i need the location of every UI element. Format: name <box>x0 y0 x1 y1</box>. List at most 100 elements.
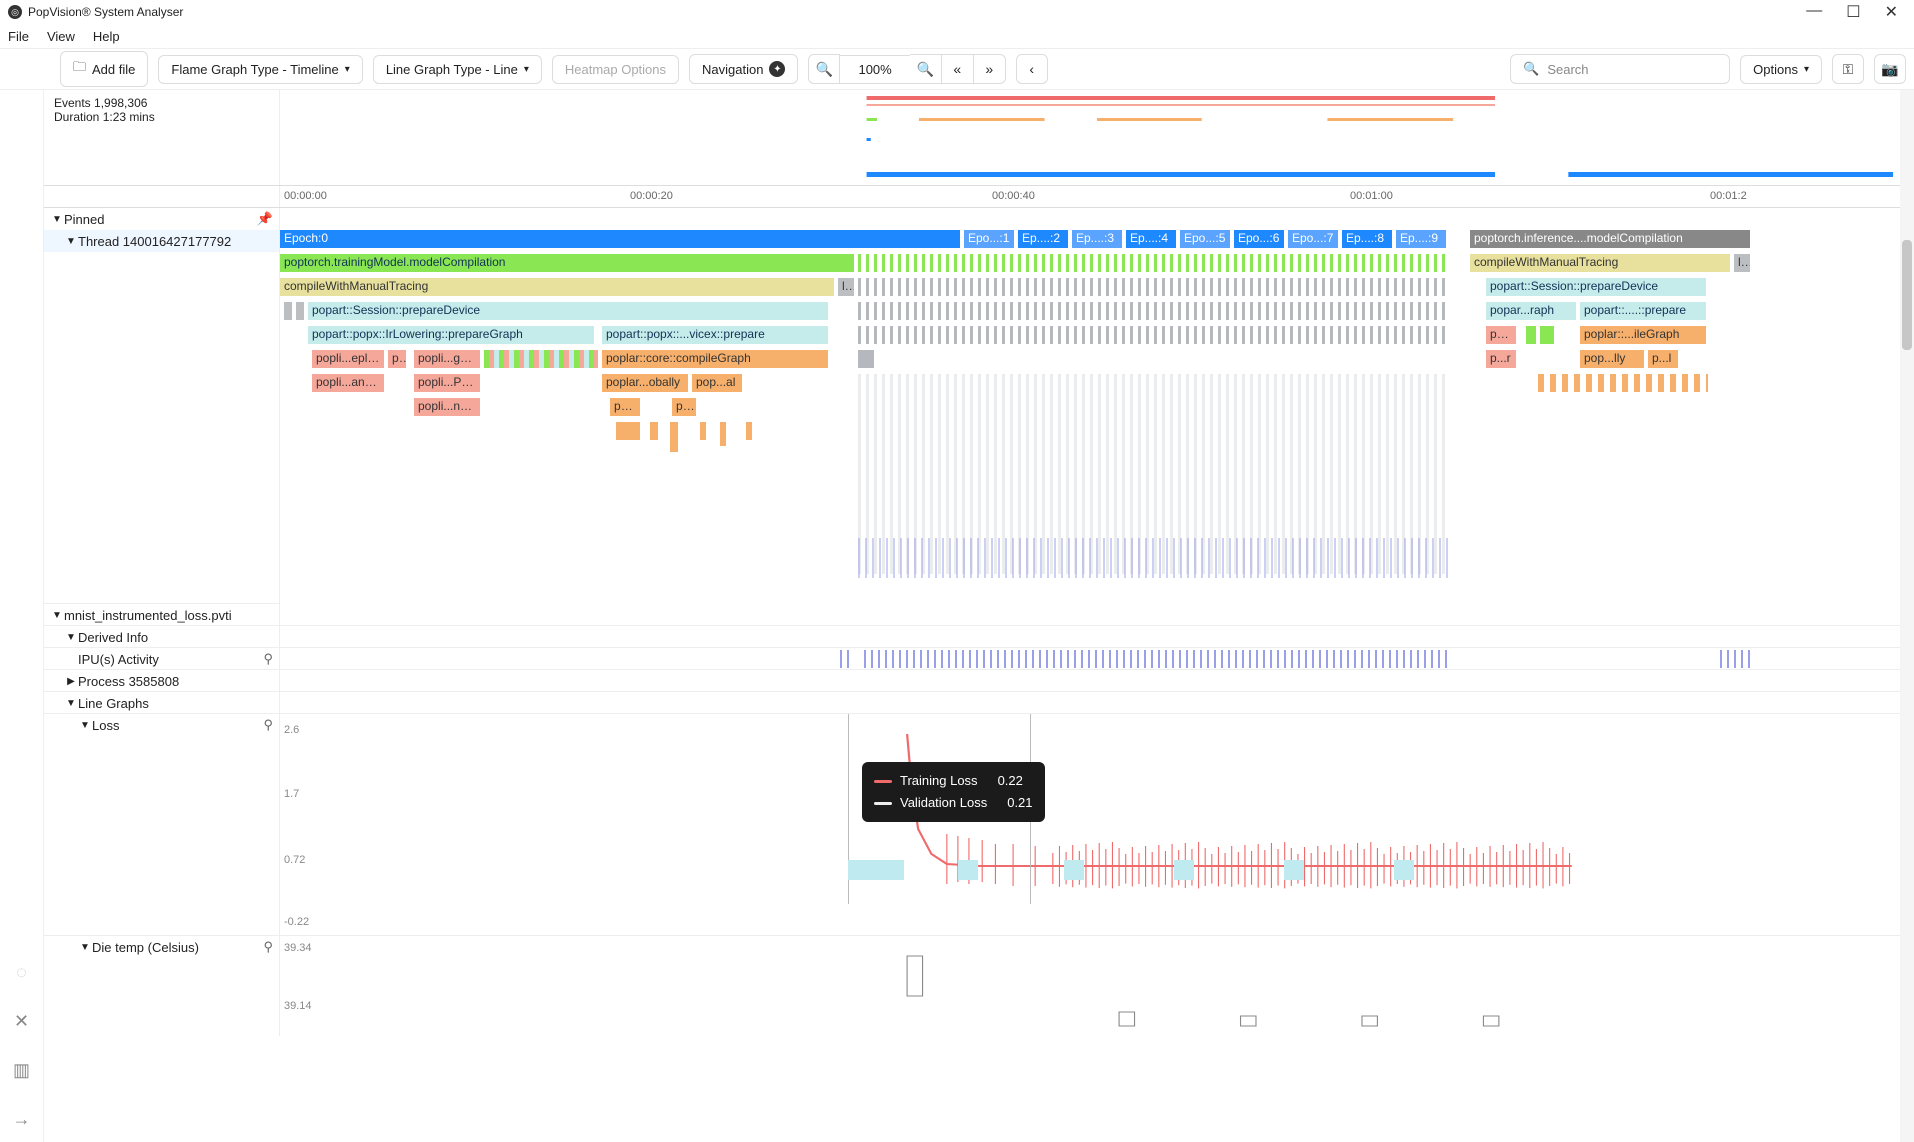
camera-icon[interactable]: 📷 <box>1874 54 1906 84</box>
flame-span[interactable]: popli...eplan <box>312 350 384 368</box>
pin-outline-icon[interactable]: ⚲ <box>263 939 273 955</box>
minimize-icon[interactable]: — <box>1806 2 1822 22</box>
flame-span[interactable]: poptorch.trainingModel.modelCompilation <box>280 254 854 272</box>
titlebar: ◎ PopVision® System Analyser — ☐ ✕ <box>0 0 1914 24</box>
flame-span-epoch[interactable]: Epo...:1 <box>964 230 1014 248</box>
flame-span[interactable]: p...r <box>1486 350 1516 368</box>
pin-icon[interactable]: 📌 <box>257 211 273 227</box>
nav-next-double-icon[interactable]: » <box>974 54 1006 84</box>
tree-loss[interactable]: ▼ Loss ⚲ <box>44 714 279 736</box>
flame-span[interactable]: popart::....::prepare <box>1580 302 1706 320</box>
tree-linegraphs-label: Line Graphs <box>78 696 149 711</box>
loss-svg <box>280 714 1914 936</box>
flame-span-epoch0[interactable]: Epoch:0 <box>280 230 960 248</box>
search-input[interactable]: 🔍 Search <box>1510 54 1730 84</box>
heatmap-label: Heatmap Options <box>565 62 666 77</box>
navigation-button[interactable]: Navigation ✦ <box>689 54 798 84</box>
flame-span[interactable]: p...n <box>1486 326 1516 344</box>
flame-span-epoch[interactable]: Epo...:5 <box>1180 230 1230 248</box>
close-icon[interactable]: ✕ <box>1885 2 1898 22</box>
app-logo-icon: ◎ <box>8 5 22 19</box>
zoom-in-search-icon[interactable]: 🔍 <box>808 54 840 84</box>
caret-right-icon: ▶ <box>64 676 78 687</box>
close-panel-icon[interactable]: ✕ <box>14 1011 29 1032</box>
die-temp-graph[interactable]: 39.34 39.14 <box>280 936 1914 1036</box>
events-value: 1,998,306 <box>94 96 147 110</box>
add-file-button[interactable]: 🗀 Add file <box>60 51 148 87</box>
tree-thread[interactable]: ▼ Thread 140016427177792 <box>44 230 279 252</box>
flame-span[interactable]: popli...ghts <box>414 350 480 368</box>
y-tick: 2.6 <box>284 724 299 736</box>
flame-span[interactable]: p...l <box>1648 350 1678 368</box>
layout-icon[interactable]: ▥ <box>13 1060 30 1081</box>
nav-prev-double-icon[interactable]: « <box>942 54 974 84</box>
flame-span-epoch[interactable]: Epo...:6 <box>1234 230 1284 248</box>
flame-span[interactable]: l... <box>1734 254 1750 272</box>
flame-span[interactable]: pop...al <box>692 374 742 392</box>
flame-span[interactable]: p... <box>388 350 406 368</box>
key-icon[interactable]: ⚿ <box>1832 54 1864 84</box>
flame-span-inference[interactable]: poptorch.inference....modelCompilation <box>1470 230 1750 248</box>
vertical-scrollbar[interactable] <box>1900 90 1914 1142</box>
flame-span[interactable]: l... <box>838 278 854 296</box>
tree-line-graphs[interactable]: ▼ Line Graphs <box>44 692 279 714</box>
menu-help[interactable]: Help <box>93 29 120 44</box>
flame-span[interactable]: poplar::...ileGraph <box>1580 326 1706 344</box>
zoom-out-search-icon[interactable]: 🔍 <box>910 54 942 84</box>
flame-span[interactable]: popli...anner <box>312 374 384 392</box>
nav-back-icon[interactable]: ‹ <box>1016 54 1048 84</box>
flame-span[interactable]: popart::Session::prepareDevice <box>1486 278 1706 296</box>
flame-span-epoch[interactable]: Ep....:2 <box>1018 230 1068 248</box>
tree-derived[interactable]: ▼ Derived Info <box>44 626 279 648</box>
flame-span[interactable]: popart::popx::IrLowering::prepareGraph <box>308 326 594 344</box>
loss-graph[interactable]: 2.6 1.7 0.72 -0.22 <box>280 714 1914 904</box>
chevron-down-icon: ▾ <box>1804 64 1809 75</box>
flame-span[interactable]: p...e <box>610 398 640 416</box>
caret-down-icon: ▼ <box>50 610 64 621</box>
flame-span[interactable]: compileWithManualTracing <box>280 278 834 296</box>
ipu-activity-track[interactable] <box>280 648 1914 669</box>
flame-type-dropdown[interactable]: Flame Graph Type - Timeline ▾ <box>158 55 362 84</box>
flame-span[interactable]: poplar...obally <box>602 374 688 392</box>
flame-span-epoch[interactable]: Ep....:4 <box>1126 230 1176 248</box>
flame-span-epoch[interactable]: Ep....:9 <box>1396 230 1446 248</box>
flame-span-epoch[interactable]: Epo...:7 <box>1288 230 1338 248</box>
y-tick: -0.22 <box>284 916 309 928</box>
flame-span[interactable]: pop...lly <box>1580 350 1644 368</box>
tree-pinned[interactable]: ▼ Pinned 📌 <box>44 208 279 230</box>
tree-die-temp[interactable]: ▼ Die temp (Celsius) ⚲ <box>44 936 279 958</box>
flame-span[interactable]: popart::Session::prepareDevice <box>308 302 828 320</box>
flame-span[interactable]: popart::popx::...vicex::prepare <box>602 326 828 344</box>
flame-stripes <box>858 278 1450 296</box>
options-dropdown[interactable]: Options ▾ <box>1740 55 1822 84</box>
flame-span[interactable]: poplar::core::compileGraph <box>602 350 828 368</box>
line-type-dropdown[interactable]: Line Graph Type - Line ▾ <box>373 55 542 84</box>
flame-span[interactable]: popli...nner <box>414 398 480 416</box>
tooltip-valid-val: 0.21 <box>1007 792 1032 814</box>
minimap[interactable] <box>280 90 1914 185</box>
flame-span[interactable]: popar...raph <box>1486 302 1576 320</box>
tree-file[interactable]: ▼ mnist_instrumented_loss.pvti <box>44 604 279 626</box>
time-ruler[interactable]: 00:00:00 00:00:20 00:00:40 00:01:00 00:0… <box>44 186 1914 208</box>
flame-graph[interactable]: Epoch:0 Epo...:1 Ep....:2 Ep....:3 Ep...… <box>280 208 1914 604</box>
spinner-icon: ◌ <box>16 962 27 983</box>
flame-span-epoch[interactable]: Ep....:8 <box>1342 230 1392 248</box>
menu-view[interactable]: View <box>47 29 75 44</box>
tree-process[interactable]: ▶ Process 3585808 <box>44 670 279 692</box>
window-title: PopVision® System Analyser <box>28 5 183 19</box>
maximize-icon[interactable]: ☐ <box>1846 2 1860 22</box>
flame-span[interactable]: p... <box>672 398 696 416</box>
zoom-percent[interactable]: 100% <box>840 55 909 84</box>
pin-outline-icon[interactable]: ⚲ <box>263 651 273 667</box>
tree-ipu-activity[interactable]: IPU(s) Activity ⚲ <box>44 648 279 670</box>
add-file-label: Add file <box>92 62 135 77</box>
ruler-tick: 00:00:40 <box>992 190 1035 202</box>
flame-span-epoch[interactable]: Ep....:3 <box>1072 230 1122 248</box>
scrollbar-thumb[interactable] <box>1902 240 1912 350</box>
flame-span[interactable]: compileWithManualTracing <box>1470 254 1730 272</box>
forward-icon[interactable]: → <box>13 1109 31 1130</box>
menu-file[interactable]: File <box>8 29 29 44</box>
flame-stub <box>296 302 304 320</box>
flame-span[interactable]: popli...Plan <box>414 374 480 392</box>
pin-outline-icon[interactable]: ⚲ <box>263 717 273 733</box>
